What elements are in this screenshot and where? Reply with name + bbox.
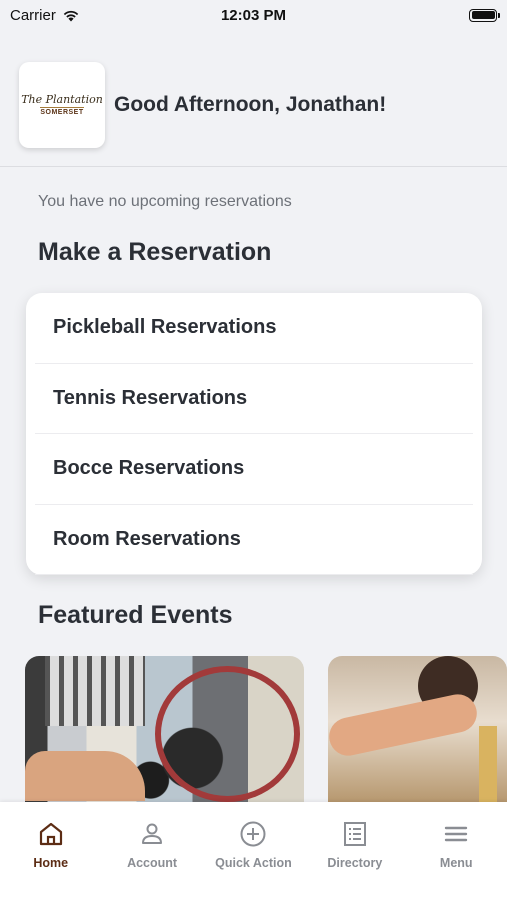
tab-home[interactable]: Home: [1, 820, 101, 900]
event-card-workshop[interactable]: [328, 656, 507, 802]
event-image-block: [479, 726, 497, 802]
reservation-item-tennis[interactable]: Tennis Reservations: [35, 364, 473, 434]
featured-events-title: Featured Events: [38, 601, 233, 629]
tab-bar: Home Account Quick Action Directory Menu: [0, 802, 507, 900]
greeting: Good Afternoon, Jonathan!: [114, 93, 387, 116]
tab-quick-action[interactable]: Quick Action: [203, 820, 303, 900]
hamburger-icon: [445, 826, 468, 842]
event-image-tools: [45, 656, 145, 726]
battery-fill: [471, 11, 495, 19]
event-image-hand: [328, 690, 481, 760]
tab-menu[interactable]: Menu: [406, 820, 506, 900]
no-reservations-message: You have no upcoming reservations: [38, 193, 292, 210]
reservation-list: Pickleball Reservations Tennis Reservati…: [26, 293, 482, 575]
tab-quick-action-label: Quick Action: [215, 856, 292, 870]
header: The Plantation SOMERSET Good Afternoon, …: [19, 62, 488, 148]
tab-account[interactable]: Account: [102, 820, 202, 900]
person-icon: [142, 823, 163, 844]
tab-menu-label: Menu: [439, 856, 473, 870]
event-image-arm: [25, 751, 145, 801]
logo-script: The Plantation: [21, 93, 103, 106]
event-card-bike-repair[interactable]: [25, 656, 304, 802]
tab-directory[interactable]: Directory: [305, 820, 405, 900]
tab-account-label: Account: [127, 856, 178, 870]
list-icon: [343, 822, 366, 846]
reservation-item-pickleball[interactable]: Pickleball Reservations: [35, 293, 473, 364]
plus-circle-icon: [240, 821, 266, 847]
club-logo: The Plantation SOMERSET: [19, 62, 105, 148]
reservation-item-bocce[interactable]: Bocce Reservations: [35, 434, 473, 505]
header-divider: [0, 166, 507, 167]
wifi-icon: [63, 10, 79, 21]
status-left: Carrier: [10, 7, 80, 24]
event-image-wheel: [155, 666, 300, 802]
status-bar: Carrier 12:03 PM: [0, 0, 507, 30]
tab-directory-label: Directory: [327, 856, 383, 870]
home-icon: [39, 822, 62, 846]
carrier-label: Carrier: [10, 6, 56, 24]
reservation-item-room[interactable]: Room Reservations: [35, 505, 473, 575]
logo-sub: SOMERSET: [40, 107, 84, 116]
battery-icon: [469, 8, 500, 22]
make-reservation-title: Make a Reservation: [38, 238, 272, 266]
tab-home-label: Home: [33, 856, 69, 870]
